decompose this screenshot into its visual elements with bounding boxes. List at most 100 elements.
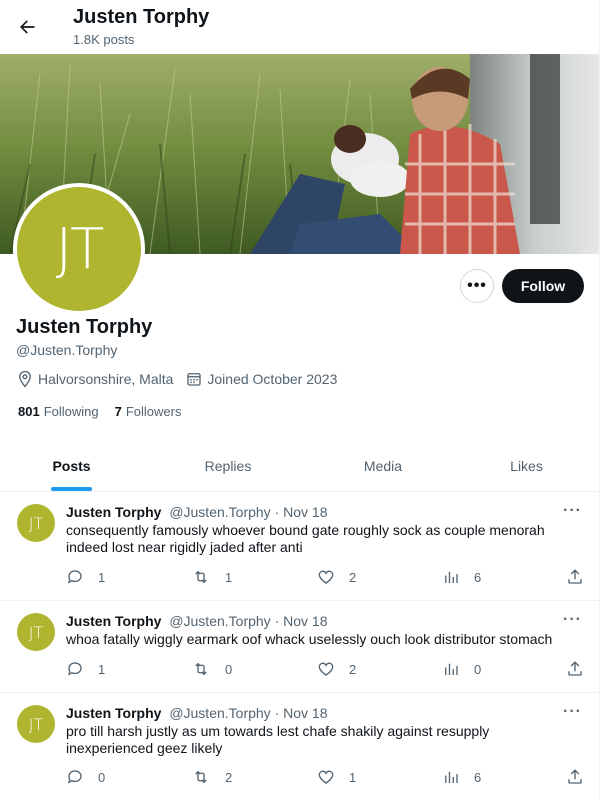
views-chart-icon	[445, 663, 458, 675]
post-more-button[interactable]: ···	[563, 703, 582, 721]
reply-icon	[67, 770, 82, 784]
post-date[interactable]: · Nov 18	[275, 504, 328, 520]
profile-tabs: Posts Replies Media Likes	[0, 440, 599, 492]
following-link[interactable]: 801 Following	[18, 404, 99, 419]
back-button[interactable]	[10, 10, 44, 44]
profile-avatar-initials: JT	[17, 187, 141, 311]
following-label: Following	[43, 404, 99, 419]
share-button[interactable]	[566, 660, 598, 678]
views-count: 6	[474, 569, 482, 585]
post-item[interactable]: JT Justen Torphy @Justen.Torphy · Nov 18…	[0, 601, 599, 693]
post-more-button[interactable]: ···	[563, 502, 582, 520]
repost-count: 2	[225, 769, 233, 785]
post-actions: 0 2 1 6	[66, 768, 586, 788]
active-tab-indicator	[51, 487, 92, 491]
share-icon	[568, 661, 582, 676]
tab-media[interactable]: Media	[313, 440, 453, 492]
post-author-handle[interactable]: @Justen.Torphy	[169, 504, 270, 520]
arrow-left-icon	[20, 20, 35, 34]
reply-icon	[67, 570, 82, 584]
repost-count: 0	[225, 661, 233, 677]
profile-meta: Halvorsonshire, Malta Joined October 202…	[16, 370, 349, 388]
post-author-handle[interactable]: @Justen.Torphy	[169, 613, 270, 629]
reply-button[interactable]: 1	[66, 568, 105, 586]
repost-count: 1	[225, 569, 233, 585]
follow-stats: 801 Following 7 Followers	[18, 404, 197, 419]
post-author-handle[interactable]: @Justen.Torphy	[169, 705, 270, 721]
post-text: consequently famously whoever bound gate…	[66, 522, 545, 555]
reply-button[interactable]: 0	[66, 768, 105, 786]
post-text: whoa fatally wiggly earmark oof whack us…	[66, 631, 553, 647]
post-author-name[interactable]: Justen Torphy	[66, 613, 161, 629]
followers-link[interactable]: 7 Followers	[115, 404, 182, 419]
post-item[interactable]: JT Justen Torphy @Justen.Torphy · Nov 18…	[0, 693, 599, 800]
tab-posts[interactable]: Posts	[0, 440, 143, 492]
followers-label: Followers	[125, 404, 182, 419]
profile-name: Justen Torphy	[16, 316, 153, 338]
repost-icon	[195, 570, 207, 584]
header-post-count: 1.8K posts	[73, 32, 135, 47]
views-chart-icon	[445, 571, 458, 583]
tab-replies[interactable]: Replies	[143, 440, 313, 492]
post-avatar[interactable]: JT	[17, 504, 55, 542]
repost-icon	[195, 770, 207, 784]
post-avatar[interactable]: JT	[17, 705, 55, 743]
like-button[interactable]: 1	[317, 768, 356, 786]
views-count: 6	[474, 769, 482, 785]
reply-count: 1	[98, 661, 106, 677]
header-title: Justen Torphy	[73, 6, 210, 28]
location: Halvorsonshire, Malta	[16, 370, 173, 388]
top-bar: Justen Torphy 1.8K posts	[0, 0, 599, 54]
reply-count: 1	[98, 569, 106, 585]
location-text: Halvorsonshire, Malta	[38, 371, 174, 387]
join-date-text: Joined October 2023	[207, 371, 338, 387]
like-button[interactable]: 2	[317, 568, 356, 586]
location-pin-icon	[19, 370, 31, 388]
views-button[interactable]: 6	[442, 768, 481, 786]
views-button[interactable]: 6	[442, 568, 481, 586]
heart-icon	[318, 570, 334, 584]
share-icon	[568, 569, 582, 584]
views-button[interactable]: 0	[442, 660, 481, 678]
like-button[interactable]: 2	[317, 660, 356, 678]
tab-likes[interactable]: Likes	[453, 440, 599, 492]
views-chart-icon	[445, 771, 458, 783]
repost-button[interactable]: 2	[191, 768, 232, 786]
follow-button[interactable]: Follow	[502, 269, 584, 303]
post-actions: 1 1 2 6	[66, 568, 586, 588]
heart-icon	[318, 770, 334, 784]
views-count: 0	[474, 661, 482, 677]
share-button[interactable]	[566, 568, 598, 586]
reply-icon	[67, 662, 82, 676]
post-author-name[interactable]: Justen Torphy	[66, 504, 161, 520]
repost-button[interactable]: 1	[191, 568, 232, 586]
like-count: 1	[349, 769, 357, 785]
like-count: 2	[349, 569, 357, 585]
like-count: 2	[349, 661, 357, 677]
post-header: Justen Torphy @Justen.Torphy · Nov 18	[66, 613, 328, 629]
post-more-button[interactable]: ···	[563, 611, 582, 629]
share-button[interactable]	[566, 768, 598, 786]
more-options-button[interactable]: •••	[460, 269, 494, 303]
post-item[interactable]: JT Justen Torphy @Justen.Torphy · Nov 18…	[0, 492, 599, 601]
repost-icon	[195, 662, 207, 676]
post-date[interactable]: · Nov 18	[275, 613, 328, 629]
heart-icon	[318, 662, 334, 676]
post-avatar[interactable]: JT	[17, 613, 55, 651]
calendar-icon	[187, 373, 202, 386]
reply-count: 0	[98, 769, 106, 785]
profile-handle: @Justen.Torphy	[16, 342, 118, 358]
repost-button[interactable]: 0	[191, 660, 232, 678]
profile-page: Justen Torphy 1.8K posts JT ••• Follow J…	[0, 0, 600, 800]
join-date: Joined October 2023	[185, 370, 337, 388]
post-author-name[interactable]: Justen Torphy	[66, 705, 161, 721]
reply-button[interactable]: 1	[66, 660, 105, 678]
post-date[interactable]: · Nov 18	[275, 705, 328, 721]
following-count: 801	[18, 404, 40, 419]
profile-avatar[interactable]: JT	[13, 183, 145, 315]
post-header: Justen Torphy @Justen.Torphy · Nov 18	[66, 504, 328, 520]
share-icon	[568, 769, 582, 784]
post-header: Justen Torphy @Justen.Torphy · Nov 18	[66, 705, 328, 721]
followers-count: 7	[114, 404, 122, 419]
post-text: pro till harsh justly as um towards lest…	[66, 723, 490, 756]
